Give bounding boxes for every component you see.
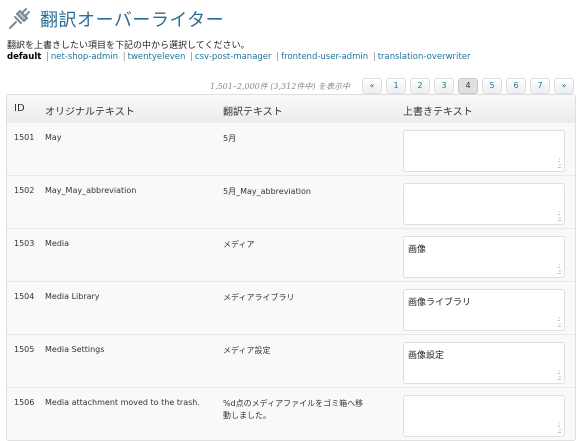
row-id: 1503 — [14, 239, 35, 248]
page-title: 翻訳オーバーライター — [40, 10, 225, 31]
page-button-1[interactable]: 1 — [386, 78, 406, 94]
domain-link-twentyeleven[interactable]: twentyeleven — [128, 52, 186, 62]
row-id: 1502 — [14, 186, 35, 195]
separator: | — [372, 52, 376, 62]
override-textarea[interactable]: .:.:: — [403, 130, 565, 172]
override-textarea[interactable]: .:.:: — [403, 395, 565, 437]
domain-link-net-shop-admin[interactable]: net-shop-admin — [51, 52, 118, 62]
override-textarea[interactable]: 画像ライブラリ.:.:: — [403, 289, 565, 331]
column-header-translation[interactable]: 翻訳テキスト — [223, 103, 283, 118]
table-row: 1504 Media Library メディアライブラリ 画像ライブラリ.:.:… — [7, 282, 575, 335]
page-button-7[interactable]: 7 — [530, 78, 550, 94]
table-header: ID オリジナルテキスト 翻訳テキスト 上書きテキスト — [7, 95, 575, 124]
page-button-4-current[interactable]: 4 — [458, 78, 478, 94]
page-button-5[interactable]: 5 — [482, 78, 502, 94]
translated-text: 5月 — [223, 134, 237, 143]
separator: | — [190, 52, 193, 62]
original-text: Media attachment moved to the trash. — [45, 398, 200, 407]
column-header-override[interactable]: 上書きテキスト — [403, 103, 473, 118]
resize-grip-icon[interactable]: .:.:: — [557, 210, 562, 223]
resize-grip-icon[interactable]: .:.:: — [557, 157, 562, 170]
original-text: Media Settings — [45, 345, 105, 354]
translated-text: %d点のメディアファイルをゴミ箱へ移動しました。 — [223, 399, 364, 420]
row-id: 1505 — [14, 345, 35, 354]
row-id: 1504 — [14, 292, 35, 301]
override-value: 画像 — [408, 245, 427, 255]
column-header-id[interactable]: ID — [14, 103, 25, 114]
page-button-6[interactable]: 6 — [506, 78, 526, 94]
pagination: 1,501–2,000件 (3,312件中) を表示中 « 1 2 3 4 5 … — [210, 78, 574, 94]
table-row: 1502 May_May_abbreviation 5月_May_abbrevi… — [7, 176, 575, 229]
translated-text: メディア設定 — [223, 346, 271, 355]
domain-link-csv-post-manager[interactable]: csv-post-manager — [195, 52, 272, 62]
resize-grip-icon[interactable]: .:.:: — [557, 316, 562, 329]
first-page-button[interactable]: « — [362, 78, 382, 94]
plug-icon — [6, 6, 32, 32]
domain-filter-list: default | net-shop-admin | twentyeleven | c… — [7, 52, 470, 62]
translated-text: メディア — [223, 240, 255, 249]
row-id: 1501 — [14, 133, 35, 142]
translation-table: ID オリジナルテキスト 翻訳テキスト 上書きテキスト 1501 May 5月 … — [6, 94, 576, 441]
last-page-button[interactable]: » — [554, 78, 574, 94]
separator: | — [122, 52, 126, 62]
override-textarea[interactable]: .:.:: — [403, 183, 565, 225]
original-text: May — [45, 133, 62, 142]
domain-link-default[interactable]: default — [7, 52, 41, 62]
original-text: May_May_abbreviation — [45, 186, 137, 195]
table-row: 1506 Media attachment moved to the trash… — [7, 388, 575, 440]
original-text: Media Library — [45, 292, 100, 301]
domain-link-translation-overwriter[interactable]: translation-overwriter — [378, 52, 471, 62]
table-row: 1503 Media メディア 画像.:.:: — [7, 229, 575, 282]
row-id: 1506 — [14, 398, 35, 407]
table-row: 1505 Media Settings メディア設定 画像設定.:.:: — [7, 335, 575, 388]
table-row: 1501 May 5月 .:.:: — [7, 123, 575, 176]
translated-text: 5月_May_abbreviation — [223, 187, 311, 196]
column-header-original[interactable]: オリジナルテキスト — [45, 103, 135, 118]
separator: | — [46, 52, 49, 62]
domain-link-frontend-user-admin[interactable]: frontend-user-admin — [281, 52, 368, 62]
translated-text: メディアライブラリ — [223, 293, 295, 302]
resize-grip-icon[interactable]: .:.:: — [557, 263, 562, 276]
override-value: 画像ライブラリ — [408, 298, 472, 308]
resize-grip-icon[interactable]: .:.:: — [557, 369, 562, 382]
override-textarea[interactable]: 画像設定.:.:: — [403, 342, 565, 384]
override-textarea[interactable]: 画像.:.:: — [403, 236, 565, 278]
page-header: 翻訳オーバーライター — [6, 4, 224, 34]
pagination-info: 1,501–2,000件 (3,312件中) を表示中 — [209, 81, 350, 91]
instruction-text: 翻訳を上書きしたい項目を下記の中から選択してください。 — [7, 41, 250, 51]
separator: | — [276, 52, 280, 62]
override-value: 画像設定 — [408, 351, 445, 361]
page-button-2[interactable]: 2 — [410, 78, 430, 94]
resize-grip-icon[interactable]: .:.:: — [557, 422, 562, 435]
original-text: Media — [45, 239, 70, 248]
page-button-3[interactable]: 3 — [434, 78, 454, 94]
